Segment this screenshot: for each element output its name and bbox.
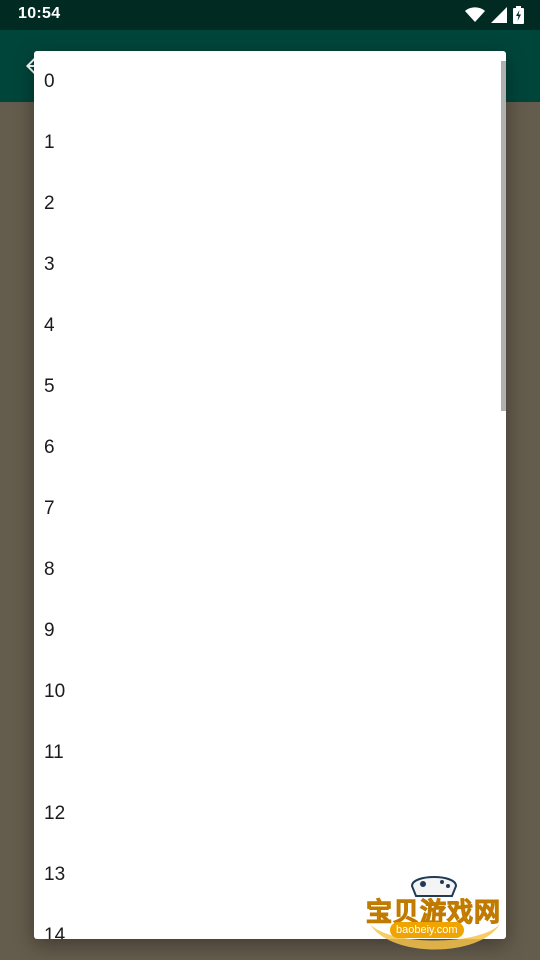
battery-icon [513,6,524,24]
scrollbar-thumb[interactable] [501,61,506,411]
number-picker-dialog: 0 1 2 3 4 5 6 7 8 9 10 11 12 13 14 [34,51,506,939]
list-item[interactable]: 10 [34,661,506,722]
list-item[interactable]: 5 [34,356,506,417]
list-item[interactable]: 12 [34,783,506,844]
status-bar: 10:54 [0,0,540,30]
list-item[interactable]: 8 [34,539,506,600]
list-item[interactable]: 3 [34,234,506,295]
list-item[interactable]: 0 [34,51,506,112]
status-icons [465,6,524,24]
watermark-logo: 宝贝游戏网 baobeiy.com [360,866,510,956]
list-item[interactable]: 1 [34,112,506,173]
watermark-url: baobeiy.com [390,922,464,938]
list-item[interactable]: 9 [34,600,506,661]
list-item[interactable]: 4 [34,295,506,356]
status-time: 10:54 [18,5,61,22]
list-item[interactable]: 6 [34,417,506,478]
list-item[interactable]: 7 [34,478,506,539]
wifi-icon [465,7,485,23]
list-item[interactable]: 11 [34,722,506,783]
signal-icon [491,7,507,23]
list-item[interactable]: 2 [34,173,506,234]
option-list: 0 1 2 3 4 5 6 7 8 9 10 11 12 13 14 [34,51,506,939]
